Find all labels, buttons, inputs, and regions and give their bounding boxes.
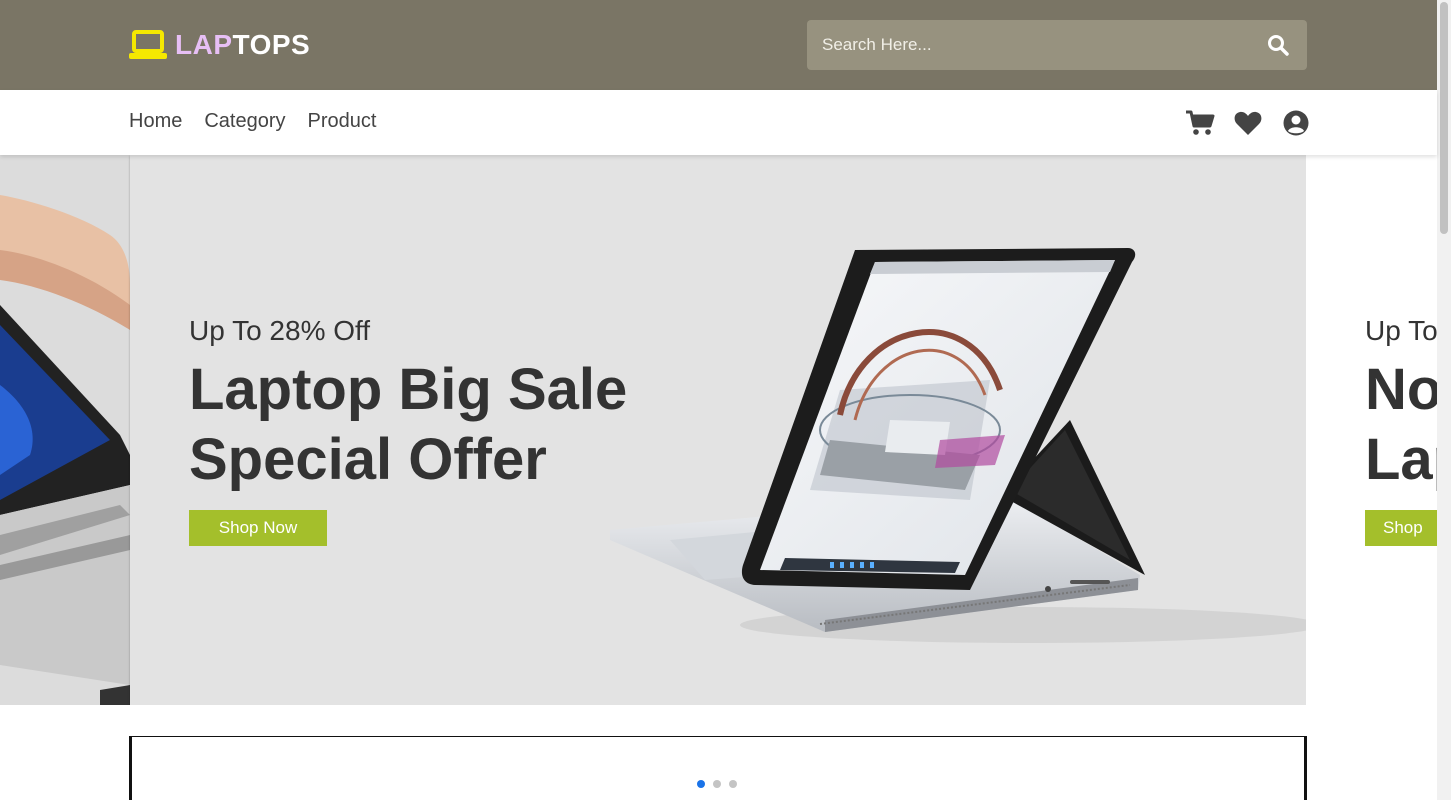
laptop-product-image bbox=[610, 248, 1310, 643]
next-slide-shop-button[interactable]: Shop bbox=[1365, 510, 1437, 546]
search-icon[interactable] bbox=[1265, 32, 1291, 58]
top-header: LAPTOPS bbox=[0, 0, 1437, 90]
promo-subtitle: Up To 28% Off bbox=[189, 315, 371, 346]
promo-title-line2: Special Offer bbox=[189, 427, 547, 492]
carousel-dot-1[interactable] bbox=[697, 780, 705, 788]
site-logo[interactable]: LAPTOPS bbox=[129, 28, 310, 62]
featured-section bbox=[129, 736, 1307, 800]
promo-title: Laptop Big Sale Special Offer bbox=[189, 355, 627, 495]
prev-slide-image bbox=[0, 155, 130, 705]
carousel-dot-3[interactable] bbox=[729, 780, 737, 788]
logo-text-lap: LAP bbox=[175, 29, 233, 60]
carousel-active-slide: Up To 28% Off Laptop Big Sale Special Of… bbox=[130, 155, 1310, 705]
logo-text: LAPTOPS bbox=[175, 29, 310, 61]
logo-text-tops: TOPS bbox=[232, 29, 311, 60]
search-input[interactable] bbox=[807, 20, 1247, 70]
search-bar bbox=[807, 20, 1307, 70]
main-nav: Home Category Product bbox=[0, 90, 1437, 155]
shop-now-button[interactable]: Shop Now bbox=[189, 510, 327, 546]
nav-product[interactable]: Product bbox=[308, 110, 377, 133]
next-slide-title-line1: No bbox=[1365, 357, 1437, 422]
promo-title-line1: Laptop Big Sale bbox=[189, 357, 628, 422]
carousel-next-slide: Up To No Lap Shop bbox=[1306, 155, 1437, 705]
nav-links: Home Category Product bbox=[129, 110, 376, 133]
page-scrollbar[interactable] bbox=[1437, 0, 1451, 800]
scrollbar-thumb[interactable] bbox=[1440, 2, 1448, 234]
cart-icon[interactable] bbox=[1184, 108, 1216, 138]
next-slide-subtitle: Up To bbox=[1365, 315, 1437, 346]
next-slide-title-line2: Lap bbox=[1365, 427, 1437, 492]
next-slide-title: No Lap bbox=[1365, 355, 1437, 495]
hero-carousel[interactable]: Up To 28% Off Laptop Big Sale Special Of… bbox=[0, 155, 1437, 705]
nav-icons bbox=[1184, 108, 1312, 138]
nav-home[interactable]: Home bbox=[129, 110, 182, 133]
nav-category[interactable]: Category bbox=[204, 110, 285, 133]
laptop-icon bbox=[129, 29, 167, 61]
carousel-dots bbox=[697, 780, 737, 788]
user-icon[interactable] bbox=[1280, 108, 1312, 138]
heart-icon[interactable] bbox=[1232, 108, 1264, 138]
carousel-dot-2[interactable] bbox=[713, 780, 721, 788]
carousel-prev-slide bbox=[0, 155, 130, 705]
